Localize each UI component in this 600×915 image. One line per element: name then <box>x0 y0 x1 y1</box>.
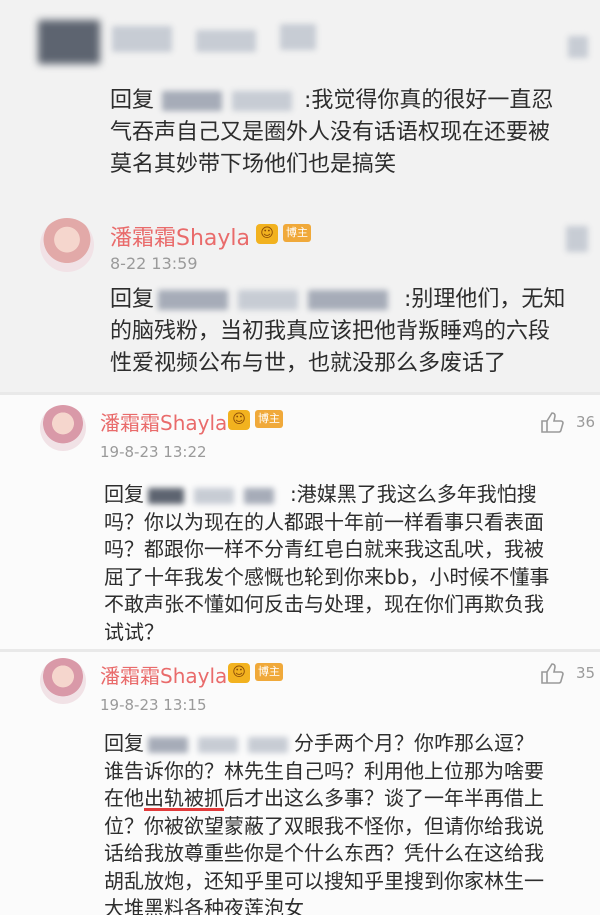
blogger-badge: 博主 <box>255 410 283 428</box>
comment-text: 回复 分手两个月？你咋那么逗？ 谁告诉你的？林先生自己吗？利用他上位那为啥要 在他… <box>104 731 544 915</box>
comment-panel-2: 潘霜霜Shayla ☺ 博主 19-8-23 13:22 36 回复:港媒黑了我… <box>0 395 600 649</box>
comment-date: 8-22 13:59 <box>110 254 198 273</box>
blurred-corner <box>566 226 588 252</box>
commenter-name[interactable]: 潘霜霜Shayla <box>110 220 250 252</box>
emoji-badge-icon: ☺ <box>228 663 250 683</box>
emoji-badge-icon: ☺ <box>228 410 250 430</box>
blogger-badge: 博主 <box>255 663 283 681</box>
thumbs-up-icon[interactable] <box>540 662 564 684</box>
blurred-username <box>112 26 172 52</box>
avatar[interactable] <box>40 405 86 451</box>
comment-panel-3: 潘霜霜Shayla ☺ 博主 19-8-23 13:15 35 回复 分手两个月？… <box>0 652 600 915</box>
like-count: 35 <box>576 664 596 682</box>
blogger-badge: 博主 <box>283 224 311 242</box>
comment-date: 19-8-23 13:15 <box>100 696 207 714</box>
emoji-badge-icon: ☺ <box>256 224 278 244</box>
highlighted-phrase: 出轨被抓 <box>144 786 224 810</box>
blurred-corner <box>568 36 588 58</box>
blurred-avatar <box>38 20 100 64</box>
commenter-name[interactable]: 潘霜霜Shayla <box>100 660 227 689</box>
thumbs-up-icon[interactable] <box>540 411 564 433</box>
avatar[interactable] <box>40 218 94 272</box>
avatar[interactable] <box>40 658 86 704</box>
comment-panel-1: 回复:我觉得你真的很好一直忍 气吞声自己又是圈外人没有话语权现在还要被 莫名其妙… <box>0 0 600 392</box>
blurred-username <box>196 30 256 52</box>
like-count: 36 <box>576 413 596 431</box>
commenter-name[interactable]: 潘霜霜Shayla <box>100 407 227 436</box>
comment-date: 19-8-23 13:22 <box>100 443 207 461</box>
comment-text: 回复:别理他们，无知 的脑残粉，当初我真应该把他背叛睡鸡的六段 性爱视频公布与世… <box>110 287 566 376</box>
blurred-username <box>280 24 316 50</box>
reply-text: 回复:我觉得你真的很好一直忍 气吞声自己又是圈外人没有话语权现在还要被 莫名其妙… <box>110 88 554 177</box>
comment-text: 回复:港媒黑了我这么多年我怕搜 吗？你以为现在的人都跟十年前一样看事只看表面 吗… <box>104 482 550 644</box>
